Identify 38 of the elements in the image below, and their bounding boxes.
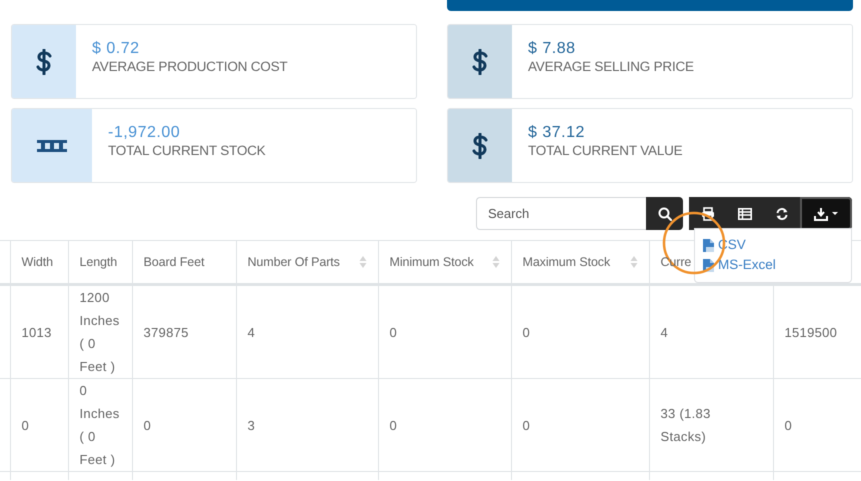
table-cell-text: 3 (248, 416, 256, 434)
table-cell-text: 33 (1.83 Stacks) (660, 405, 712, 446)
table-cell-text: 0 (784, 416, 794, 434)
table-cell-text: 0 (390, 324, 398, 342)
search-button[interactable] (646, 197, 683, 230)
search-icon (658, 206, 672, 220)
table-cell-text: 0 (390, 416, 398, 434)
stat-value: $ 37.12 (528, 123, 586, 142)
file-icon (703, 238, 714, 252)
table-cell-text: 1013 (22, 324, 53, 342)
table-cell-text: 4 (660, 324, 670, 342)
stat-label: AVERAGE PRODUCTION COST (92, 58, 288, 75)
stat-label: TOTAL CURRENT STOCK (108, 142, 266, 159)
table-icon (738, 208, 752, 220)
pallet-icon (37, 140, 67, 152)
table-cell-text: 0 (522, 324, 532, 342)
download-icon (814, 206, 838, 220)
dollar-icon (472, 48, 488, 74)
export-button[interactable] (800, 197, 852, 230)
dollar-icon (472, 132, 488, 158)
table-cell-text: 1200 Inches ( 0 Feet ) (80, 289, 120, 376)
table-cell-text: 4 (248, 324, 256, 342)
search-field[interactable]: Search (476, 197, 646, 230)
stat-label: AVERAGE SELLING PRICE (528, 58, 694, 75)
table-cell-text: 0 (522, 416, 532, 434)
stat-label: TOTAL CURRENT VALUE (528, 142, 682, 159)
stat-value: $ 0.72 (92, 39, 140, 58)
table-cell-text: 379875 (144, 324, 190, 342)
stat-value: -1,972.00 (108, 123, 182, 142)
menu-item[interactable]: MS-Excel (703, 255, 776, 275)
stat-value: $ 7.88 (528, 39, 576, 58)
table-cell-text: 0 Inches ( 0 Feet ) (80, 382, 120, 469)
table-cell-text: 1519500 (784, 324, 838, 342)
printer-icon (700, 206, 714, 220)
dollar-icon (36, 48, 52, 74)
refresh-icon (774, 206, 788, 220)
table-cell-text: 0 (22, 416, 30, 434)
table-cell-text: 0 (144, 416, 152, 434)
